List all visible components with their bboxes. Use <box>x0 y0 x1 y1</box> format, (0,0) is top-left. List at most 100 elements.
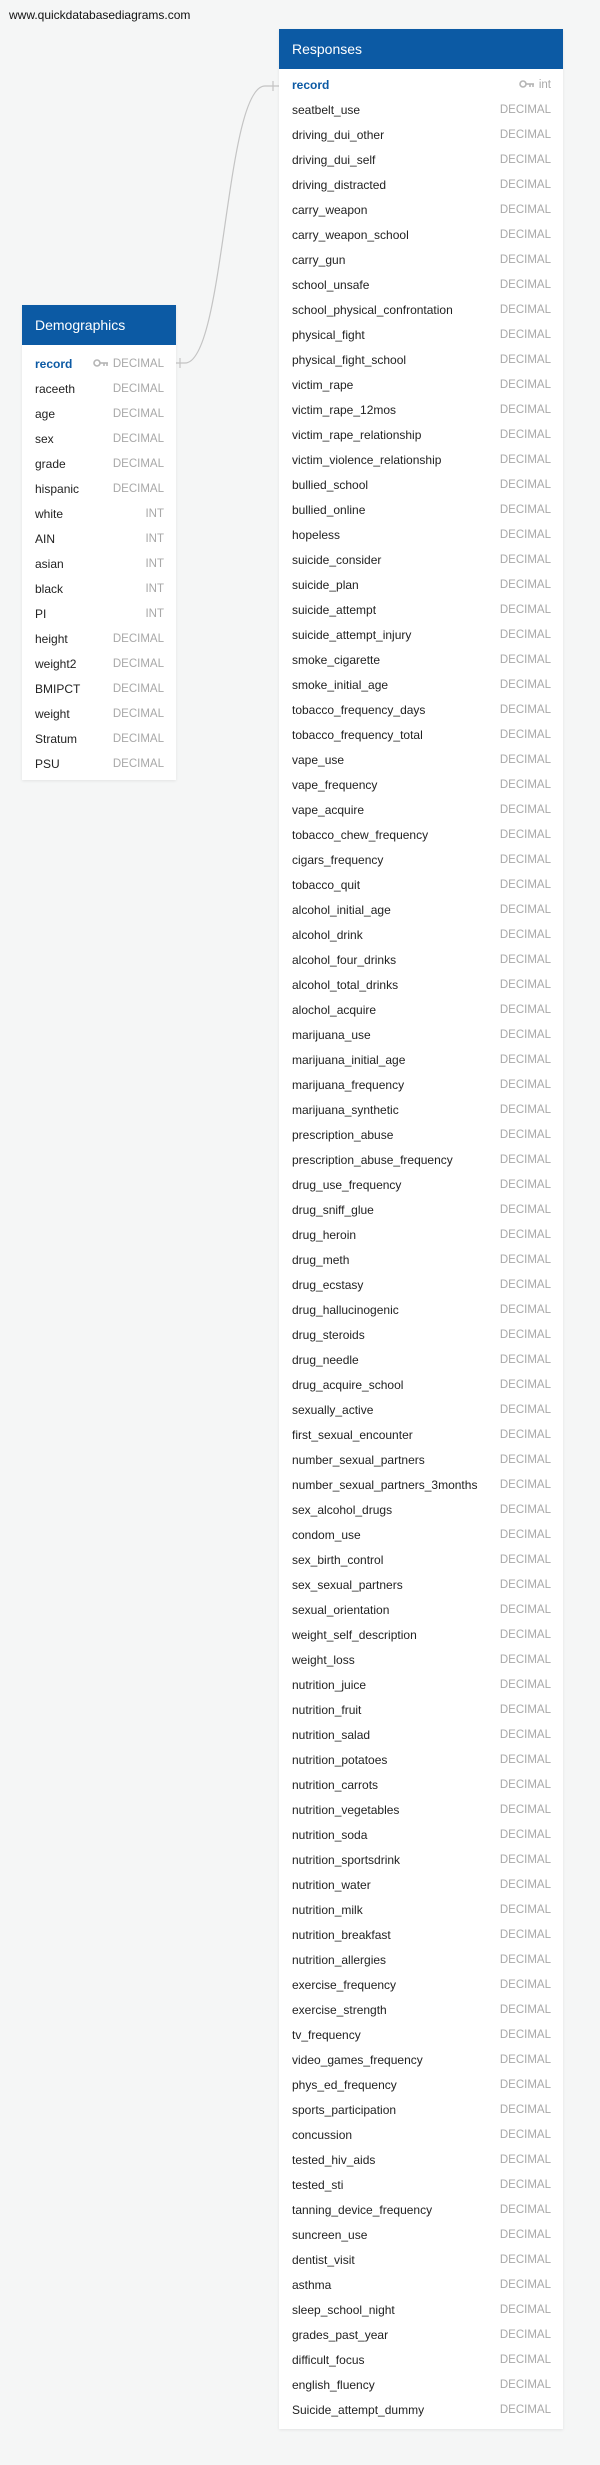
responses-column-row[interactable]: tv_frequency DECIMAL <box>279 2022 563 2047</box>
responses-column-row[interactable]: drug_hallucinogenic DECIMAL <box>279 1297 563 1322</box>
responses-column-row[interactable]: vape_frequency DECIMAL <box>279 772 563 797</box>
demographics-column-row[interactable]: grade DECIMAL <box>22 451 176 476</box>
responses-column-row[interactable]: sleep_school_night DECIMAL <box>279 2297 563 2322</box>
responses-column-row[interactable]: bullied_online DECIMAL <box>279 497 563 522</box>
responses-column-row[interactable]: driving_dui_self DECIMAL <box>279 147 563 172</box>
responses-column-row[interactable]: first_sexual_encounter DECIMAL <box>279 1422 563 1447</box>
responses-column-row[interactable]: sex_birth_control DECIMAL <box>279 1547 563 1572</box>
responses-column-row[interactable]: nutrition_breakfast DECIMAL <box>279 1922 563 1947</box>
demographics-column-row[interactable]: BMIPCT DECIMAL <box>22 676 176 701</box>
responses-column-row[interactable]: sex_alcohol_drugs DECIMAL <box>279 1497 563 1522</box>
responses-column-row[interactable]: alcohol_total_drinks DECIMAL <box>279 972 563 997</box>
responses-column-row[interactable]: weight_loss DECIMAL <box>279 1647 563 1672</box>
responses-column-row[interactable]: physical_fight_school DECIMAL <box>279 347 563 372</box>
responses-column-row[interactable]: driving_dui_other DECIMAL <box>279 122 563 147</box>
responses-column-row[interactable]: nutrition_salad DECIMAL <box>279 1722 563 1747</box>
responses-column-row[interactable]: driving_distracted DECIMAL <box>279 172 563 197</box>
responses-column-row[interactable]: nutrition_vegetables DECIMAL <box>279 1797 563 1822</box>
responses-column-row[interactable]: prescription_abuse DECIMAL <box>279 1122 563 1147</box>
demographics-column-row[interactable]: AIN INT <box>22 526 176 551</box>
responses-column-row[interactable]: concussion DECIMAL <box>279 2122 563 2147</box>
demographics-column-row[interactable]: asian INT <box>22 551 176 576</box>
responses-column-row[interactable]: drug_ecstasy DECIMAL <box>279 1272 563 1297</box>
responses-column-row[interactable]: suicide_attempt DECIMAL <box>279 597 563 622</box>
responses-column-row[interactable]: nutrition_water DECIMAL <box>279 1872 563 1897</box>
responses-column-row[interactable]: smoke_cigarette DECIMAL <box>279 647 563 672</box>
responses-column-row[interactable]: suncreen_use DECIMAL <box>279 2222 563 2247</box>
responses-column-row[interactable]: suicide_attempt_injury DECIMAL <box>279 622 563 647</box>
responses-column-row[interactable]: prescription_abuse_frequency DECIMAL <box>279 1147 563 1172</box>
responses-column-row[interactable]: number_sexual_partners_3months DECIMAL <box>279 1472 563 1497</box>
responses-column-row[interactable]: victim_rape_relationship DECIMAL <box>279 422 563 447</box>
responses-column-row[interactable]: marijuana_synthetic DECIMAL <box>279 1097 563 1122</box>
responses-column-row[interactable]: drug_acquire_school DECIMAL <box>279 1372 563 1397</box>
responses-column-row[interactable]: english_fluency DECIMAL <box>279 2372 563 2397</box>
responses-column-row[interactable]: carry_weapon DECIMAL <box>279 197 563 222</box>
responses-column-row[interactable]: difficult_focus DECIMAL <box>279 2347 563 2372</box>
responses-column-row[interactable]: vape_acquire DECIMAL <box>279 797 563 822</box>
demographics-column-row[interactable]: hispanic DECIMAL <box>22 476 176 501</box>
responses-column-row[interactable]: carry_gun DECIMAL <box>279 247 563 272</box>
demographics-column-row[interactable]: weight2 DECIMAL <box>22 651 176 676</box>
responses-column-row[interactable]: tested_hiv_aids DECIMAL <box>279 2147 563 2172</box>
responses-column-row[interactable]: condom_use DECIMAL <box>279 1522 563 1547</box>
responses-column-row[interactable]: suicide_consider DECIMAL <box>279 547 563 572</box>
responses-column-row[interactable]: nutrition_juice DECIMAL <box>279 1672 563 1697</box>
responses-column-row[interactable]: number_sexual_partners DECIMAL <box>279 1447 563 1472</box>
responses-column-row[interactable]: victim_rape_12mos DECIMAL <box>279 397 563 422</box>
responses-column-row[interactable]: alcohol_initial_age DECIMAL <box>279 897 563 922</box>
responses-column-row[interactable]: nutrition_fruit DECIMAL <box>279 1697 563 1722</box>
responses-column-row[interactable]: dentist_visit DECIMAL <box>279 2247 563 2272</box>
responses-column-row[interactable]: vape_use DECIMAL <box>279 747 563 772</box>
responses-column-row[interactable]: asthma DECIMAL <box>279 2272 563 2297</box>
responses-column-row[interactable]: sex_sexual_partners DECIMAL <box>279 1572 563 1597</box>
responses-column-row[interactable]: tobacco_frequency_total DECIMAL <box>279 722 563 747</box>
demographics-column-row[interactable]: age DECIMAL <box>22 401 176 426</box>
responses-column-row[interactable]: record int <box>279 72 563 97</box>
demographics-column-row[interactable]: Stratum DECIMAL <box>22 726 176 751</box>
responses-column-row[interactable]: Suicide_attempt_dummy DECIMAL <box>279 2397 563 2422</box>
responses-column-row[interactable]: tested_sti DECIMAL <box>279 2172 563 2197</box>
responses-column-row[interactable]: smoke_initial_age DECIMAL <box>279 672 563 697</box>
responses-column-row[interactable]: carry_weapon_school DECIMAL <box>279 222 563 247</box>
responses-column-row[interactable]: marijuana_use DECIMAL <box>279 1022 563 1047</box>
responses-column-row[interactable]: tanning_device_frequency DECIMAL <box>279 2197 563 2222</box>
responses-column-row[interactable]: bullied_school DECIMAL <box>279 472 563 497</box>
responses-column-row[interactable]: video_games_frequency DECIMAL <box>279 2047 563 2072</box>
responses-column-row[interactable]: drug_heroin DECIMAL <box>279 1222 563 1247</box>
responses-column-row[interactable]: school_physical_confrontation DECIMAL <box>279 297 563 322</box>
responses-column-row[interactable]: sexually_active DECIMAL <box>279 1397 563 1422</box>
responses-column-row[interactable]: victim_rape DECIMAL <box>279 372 563 397</box>
responses-column-row[interactable]: nutrition_carrots DECIMAL <box>279 1772 563 1797</box>
responses-column-row[interactable]: suicide_plan DECIMAL <box>279 572 563 597</box>
responses-column-row[interactable]: alochol_acquire DECIMAL <box>279 997 563 1022</box>
responses-column-row[interactable]: sexual_orientation DECIMAL <box>279 1597 563 1622</box>
responses-column-row[interactable]: phys_ed_frequency DECIMAL <box>279 2072 563 2097</box>
demographics-table[interactable]: Demographics record DECIMAL raceeth DECIMAL… <box>22 305 176 780</box>
responses-column-row[interactable]: marijuana_frequency DECIMAL <box>279 1072 563 1097</box>
demographics-column-row[interactable]: record DECIMAL <box>22 351 176 376</box>
responses-column-row[interactable]: drug_meth DECIMAL <box>279 1247 563 1272</box>
responses-column-row[interactable]: weight_self_description DECIMAL <box>279 1622 563 1647</box>
responses-column-row[interactable]: drug_steroids DECIMAL <box>279 1322 563 1347</box>
responses-column-row[interactable]: drug_sniff_glue DECIMAL <box>279 1197 563 1222</box>
responses-table[interactable]: Responses record int seatbelt_use DECIMAL dr… <box>279 29 563 2429</box>
responses-column-row[interactable]: sports_participation DECIMAL <box>279 2097 563 2122</box>
demographics-column-row[interactable]: PSU DECIMAL <box>22 751 176 776</box>
responses-column-row[interactable]: drug_needle DECIMAL <box>279 1347 563 1372</box>
demographics-column-row[interactable]: sex DECIMAL <box>22 426 176 451</box>
responses-column-row[interactable]: grades_past_year DECIMAL <box>279 2322 563 2347</box>
responses-column-row[interactable]: nutrition_sportsdrink DECIMAL <box>279 1847 563 1872</box>
responses-column-row[interactable]: victim_violence_relationship DECIMAL <box>279 447 563 472</box>
responses-column-row[interactable]: tobacco_chew_frequency DECIMAL <box>279 822 563 847</box>
demographics-column-row[interactable]: white INT <box>22 501 176 526</box>
responses-column-row[interactable]: nutrition_potatoes DECIMAL <box>279 1747 563 1772</box>
responses-column-row[interactable]: marijuana_initial_age DECIMAL <box>279 1047 563 1072</box>
demographics-column-row[interactable]: weight DECIMAL <box>22 701 176 726</box>
responses-column-row[interactable]: cigars_frequency DECIMAL <box>279 847 563 872</box>
responses-column-row[interactable]: exercise_strength DECIMAL <box>279 1997 563 2022</box>
demographics-column-row[interactable]: raceeth DECIMAL <box>22 376 176 401</box>
responses-column-row[interactable]: alcohol_drink DECIMAL <box>279 922 563 947</box>
responses-column-row[interactable]: tobacco_frequency_days DECIMAL <box>279 697 563 722</box>
responses-column-row[interactable]: school_unsafe DECIMAL <box>279 272 563 297</box>
